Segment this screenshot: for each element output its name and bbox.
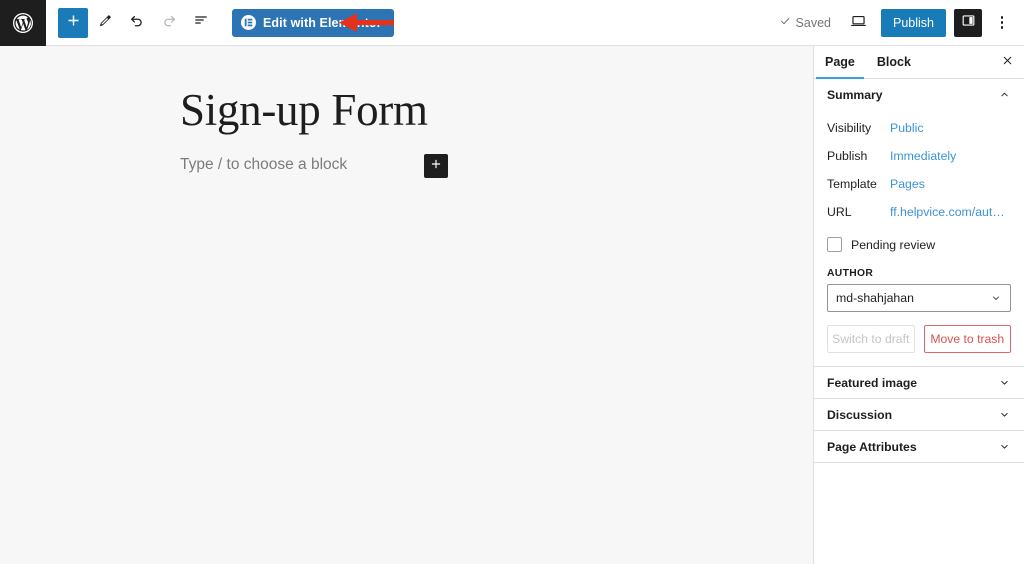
list-view-button[interactable] [186,8,216,38]
elementor-icon [241,15,256,30]
settings-sidebar: Page Block Summary Visibility Public Pub… [813,46,1024,564]
editor-canvas: Sign-up Form Type / to choose a block [0,46,813,564]
saved-status[interactable]: Saved [771,15,839,30]
template-label: Template [827,177,877,191]
tools-button[interactable] [90,8,120,38]
edit-with-elementor-button[interactable]: Edit with Elementor [232,8,394,37]
summary-row-url: URL ff.helpvice.com/auto-... [827,198,1011,226]
summary-panel-title: Summary [827,87,883,102]
wordpress-logo-icon [11,11,35,35]
chevron-down-icon [998,440,1011,453]
block-inserter-button[interactable] [424,154,448,178]
featured-image-panel-header[interactable]: Featured image [814,367,1024,398]
pencil-icon [97,12,114,34]
author-label: AUTHOR [827,268,874,279]
settings-sidebar-toggle[interactable] [954,8,982,37]
undo-icon [128,11,146,34]
chevron-down-icon [998,376,1011,389]
wordpress-logo-button[interactable] [0,0,46,46]
preview-button[interactable] [843,8,873,38]
summary-row-visibility: Visibility Public [827,114,1011,142]
featured-image-panel: Featured image [814,367,1024,399]
editor-header: Edit with Elementor Saved Publish [0,0,1024,46]
url-label: URL [827,205,852,219]
chevron-down-icon [990,292,1002,304]
author-select[interactable]: md-shahjahan [827,284,1011,312]
page-attributes-panel-title: Page Attributes [827,439,917,454]
sidebar-empty-space [814,463,1024,564]
sidebar-tabs: Page Block [814,46,1024,79]
kebab-dot [1000,16,1004,19]
summary-panel-body: Visibility Public Publish Immediately Te… [814,110,1024,366]
page-attributes-panel-header[interactable]: Page Attributes [814,431,1024,462]
close-sidebar-button[interactable] [990,46,1024,78]
plus-icon [65,12,82,34]
visibility-label: Visibility [827,121,872,135]
summary-row-publish: Publish Immediately [827,142,1011,170]
sidebar-toggle-icon [960,12,977,34]
publish-label: Publish [827,149,868,163]
visibility-value[interactable]: Public [890,121,924,135]
undo-button[interactable] [122,8,152,38]
paragraph-placeholder: Type / to choose a block [180,156,348,173]
pending-review-label: Pending review [851,237,936,252]
discussion-panel-header[interactable]: Discussion [814,399,1024,430]
template-value[interactable]: Pages [890,177,925,191]
discussion-panel: Discussion [814,399,1024,431]
plus-icon [429,157,443,176]
chevron-up-icon [998,88,1011,101]
kebab-dot [1000,21,1004,24]
summary-actions: Switch to draft Move to trash [827,325,1011,353]
more-options-button[interactable] [988,8,1016,38]
editor-tools [58,7,216,38]
redo-icon [160,11,178,34]
chevron-down-icon [998,408,1011,421]
pending-review-row: Pending review [827,237,1011,252]
check-icon [779,15,791,30]
wordpress-block-editor: Edit with Elementor Saved Publish Sign-u… [0,0,1024,564]
edit-with-elementor-label: Edit with Elementor [263,15,382,30]
publish-value[interactable]: Immediately [890,149,956,163]
post-title[interactable]: Sign-up Form [180,85,428,136]
desktop-preview-icon [849,11,868,35]
author-value: md-shahjahan [836,291,914,305]
switch-to-draft-button[interactable]: Switch to draft [827,325,915,353]
discussion-panel-title: Discussion [827,407,893,422]
header-actions: Saved Publish [771,8,1024,38]
saved-label: Saved [795,15,831,30]
tab-page[interactable]: Page [814,46,866,79]
empty-paragraph-block[interactable]: Type / to choose a block [180,156,620,174]
close-icon [1001,54,1014,70]
featured-image-panel-title: Featured image [827,375,918,390]
summary-panel-header[interactable]: Summary [814,79,1024,110]
publish-button[interactable]: Publish [881,8,946,37]
tab-block[interactable]: Block [866,46,922,78]
summary-row-template: Template Pages [827,170,1011,198]
list-view-icon [192,11,210,34]
page-attributes-panel: Page Attributes [814,431,1024,463]
kebab-dot [1000,26,1004,29]
move-to-trash-button[interactable]: Move to trash [923,325,1011,353]
add-block-button[interactable] [58,7,88,38]
pending-review-checkbox[interactable] [827,237,842,252]
url-value[interactable]: ff.helpvice.com/auto-... [890,205,1011,219]
redo-button[interactable] [154,8,184,38]
summary-panel: Summary Visibility Public Publish Immedi… [814,79,1024,367]
